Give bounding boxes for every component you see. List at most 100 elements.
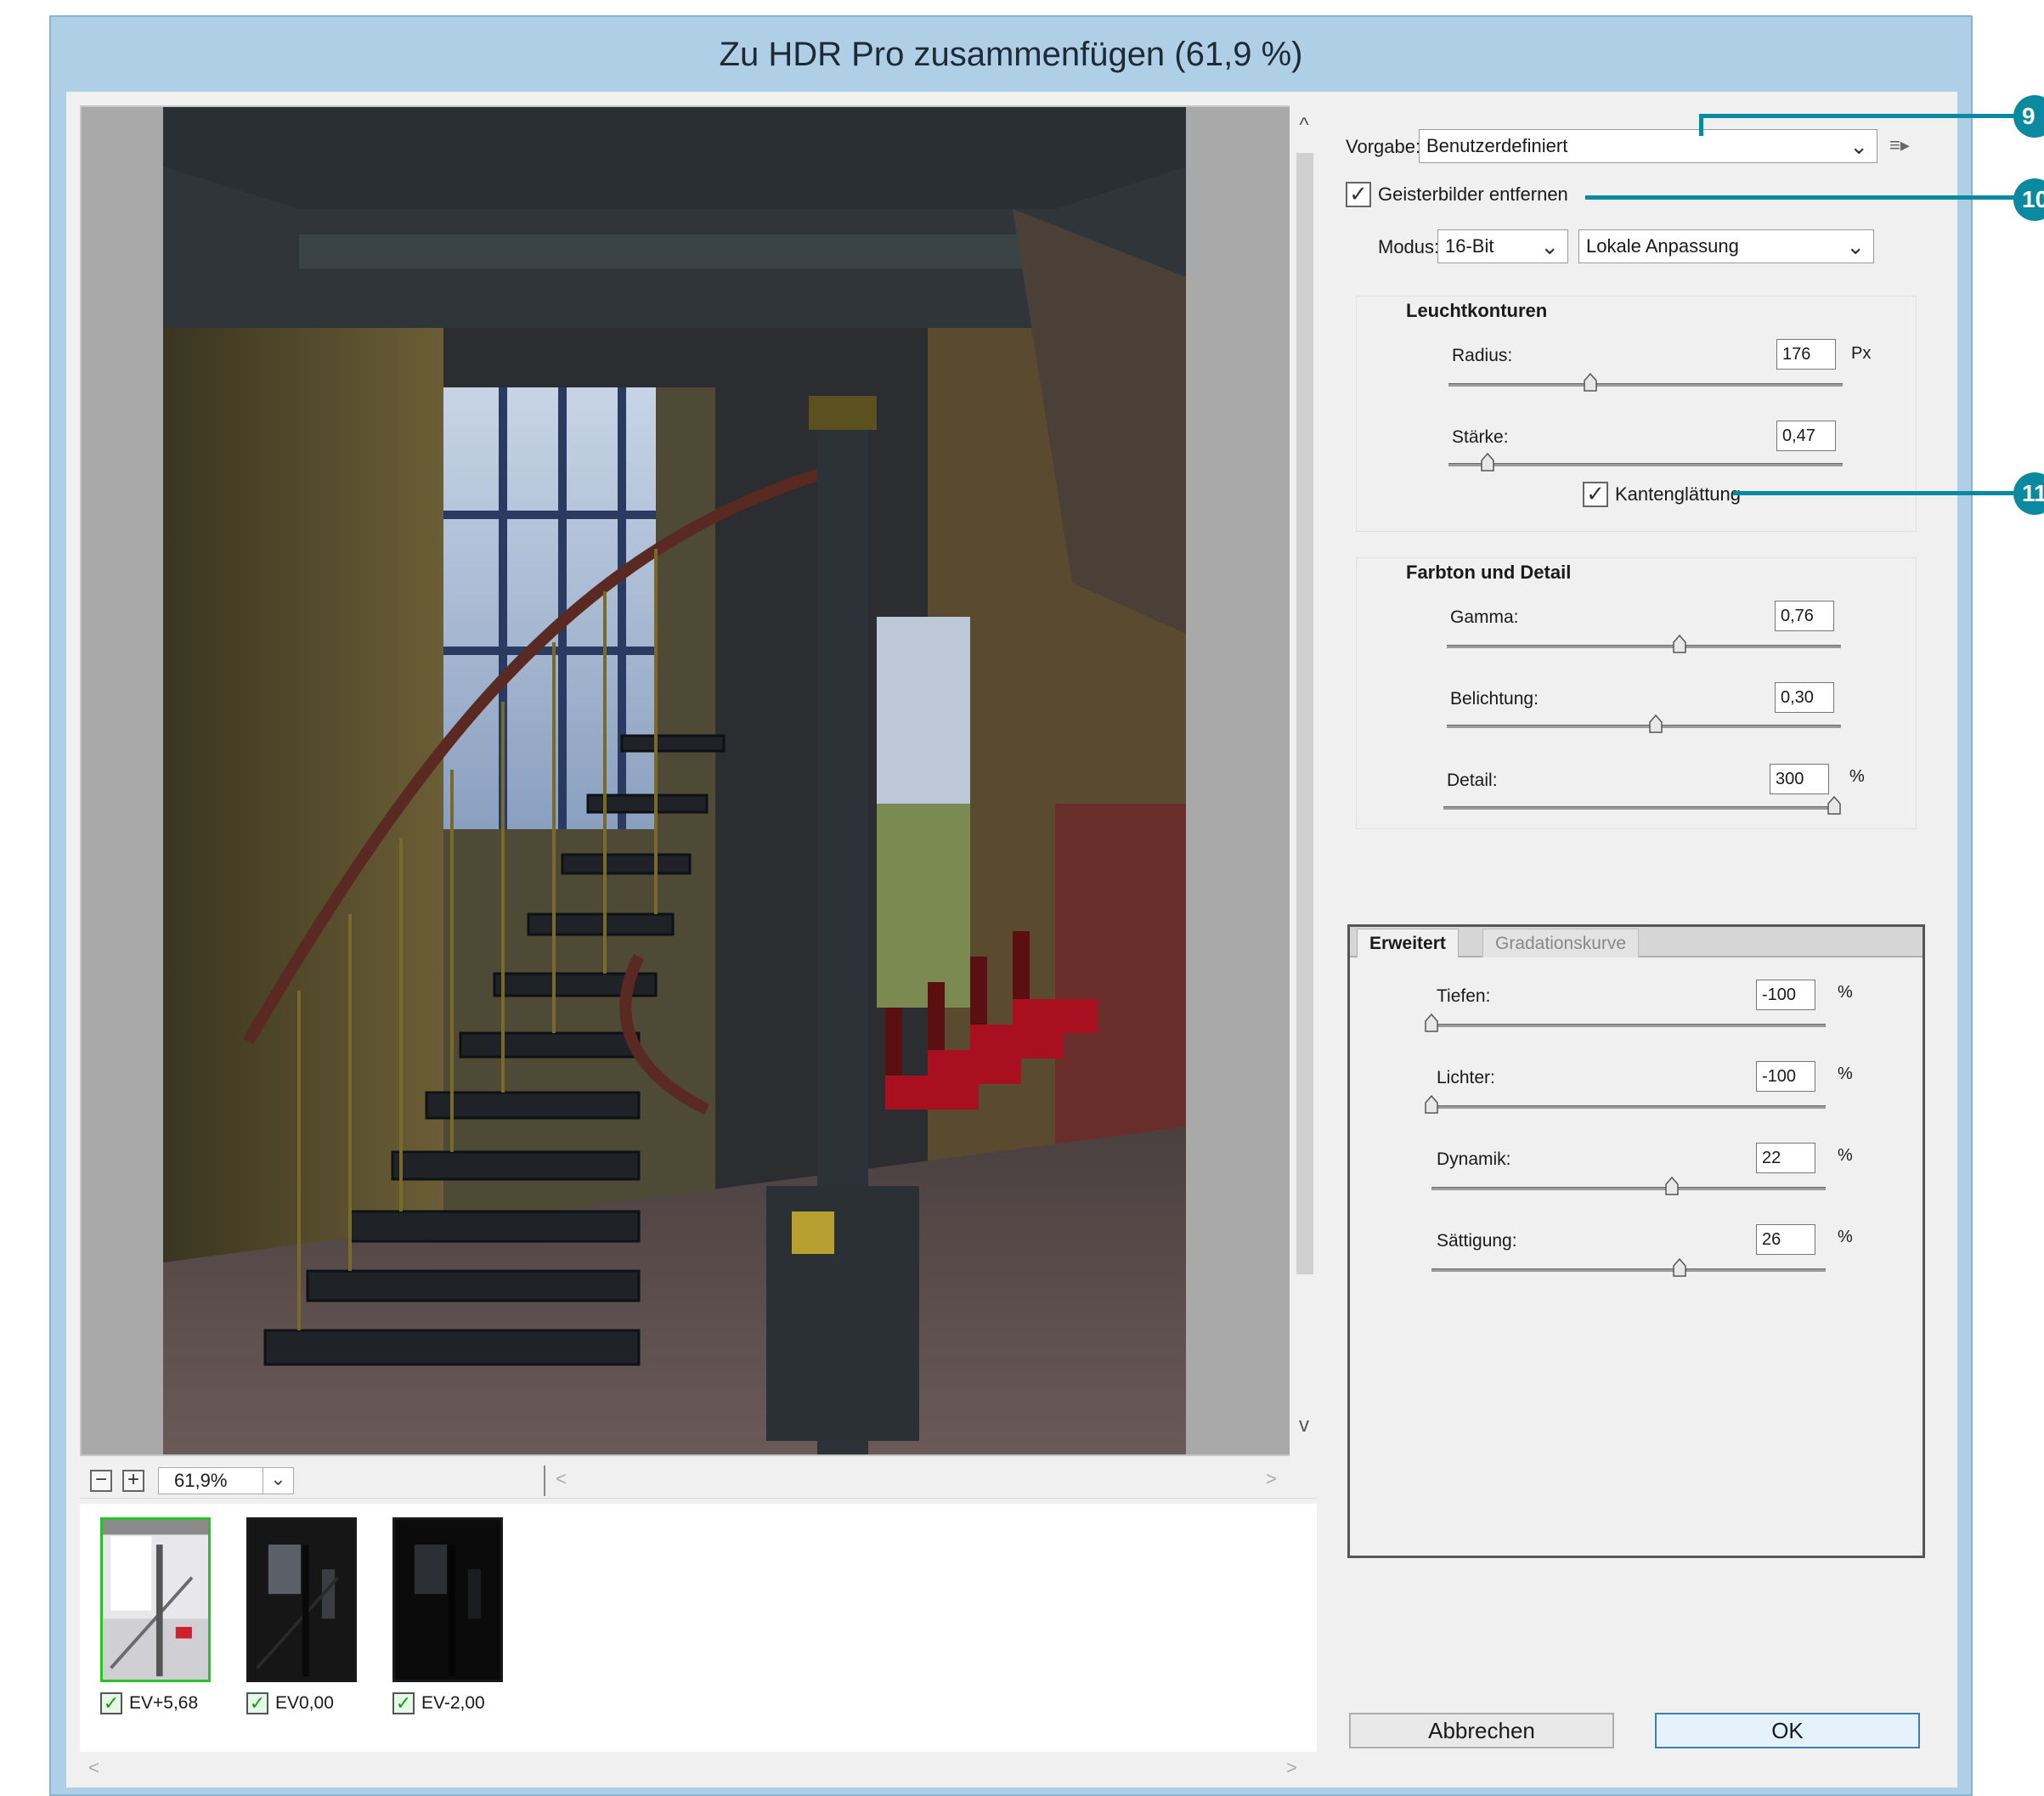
radius-slider-track[interactable] <box>1448 383 1843 387</box>
exposure-slider-track[interactable] <box>1447 725 1841 728</box>
zoom-level-select[interactable]: 61,9% ⌄ <box>158 1466 294 1494</box>
callout-9-line <box>1699 114 2019 118</box>
hdr-preview <box>80 105 1317 1456</box>
saturation-slider-track[interactable] <box>1431 1268 1826 1272</box>
strength-label: Stärke: <box>1452 427 1509 447</box>
highlights-slider-knob[interactable] <box>1425 1095 1438 1114</box>
callout-10-badge: 10 <box>2013 178 2044 221</box>
radius-slider-knob[interactable] <box>1584 373 1597 392</box>
gamma-label: Gamma: <box>1450 607 1519 627</box>
thumb-image-dark[interactable] <box>392 1517 503 1682</box>
scroll-thumb[interactable] <box>1296 153 1313 1274</box>
bit-depth-select[interactable]: 16-Bit ⌄ <box>1437 229 1568 263</box>
zoom-in-button[interactable]: + <box>122 1469 144 1492</box>
gamma-input[interactable]: 0,76 <box>1775 601 1834 631</box>
tab-erweitert[interactable]: Erweitert <box>1357 929 1459 957</box>
checkmark-icon[interactable]: ✓ <box>100 1692 122 1714</box>
thumb-image-mid[interactable] <box>246 1517 357 1682</box>
radius-unit: Px <box>1851 344 1872 363</box>
staircase-photo <box>163 107 1186 1454</box>
scroll-down-arrow-icon[interactable]: v <box>1290 1414 1318 1437</box>
vibrance-slider-track[interactable] <box>1431 1187 1826 1190</box>
checkbox-checked-icon[interactable]: ✓ <box>1583 482 1608 507</box>
shadows-slider-track[interactable] <box>1431 1024 1826 1027</box>
radius-input[interactable]: 176 <box>1776 339 1836 370</box>
dialog-client-area: ^ v − + 61,9% ⌄ < > ✓ EV+5,68 ✓ EV0,00 ✓… <box>66 92 1957 1788</box>
filmstrip-scrollbar[interactable]: < > <box>80 1754 1317 1782</box>
chevron-down-icon: ⌄ <box>1846 234 1865 259</box>
zoom-out-button[interactable]: − <box>90 1469 112 1492</box>
saturation-unit: % <box>1838 1228 1853 1246</box>
saturation-slider-knob[interactable] <box>1673 1258 1687 1277</box>
gamma-slider-track[interactable] <box>1447 645 1841 648</box>
settings-panel: Vorgabe: Benutzerdefiniert ⌄ ≡▸ ✓ Geiste… <box>1339 92 1940 1788</box>
checkmark-icon[interactable]: ✓ <box>246 1692 268 1714</box>
tab-gradationskurve[interactable]: Gradationskurve <box>1482 929 1640 957</box>
strength-slider-knob[interactable] <box>1481 453 1495 472</box>
scroll-left-arrow-icon[interactable]: < <box>556 1468 567 1490</box>
callout-9-badge: 9 <box>2013 95 2044 138</box>
chevron-down-icon: ⌄ <box>1540 234 1559 259</box>
strength-input[interactable]: 0,47 <box>1776 421 1836 451</box>
shadows-input[interactable]: -100 <box>1756 980 1815 1010</box>
vibrance-input[interactable]: 22 <box>1756 1143 1815 1173</box>
checkmark-icon[interactable]: ✓ <box>392 1692 415 1714</box>
scroll-right-arrow-icon[interactable]: > <box>1286 1757 1297 1779</box>
preset-value: Benutzerdefiniert <box>1426 135 1568 156</box>
source-image-filmstrip: ✓ EV+5,68 ✓ EV0,00 ✓ EV-2,00 <box>80 1504 1317 1752</box>
preview-vertical-scrollbar[interactable]: ^ v <box>1290 105 1318 1456</box>
source-thumb-2[interactable]: ✓ EV0,00 <box>246 1517 357 1714</box>
thumb-label-row: ✓ EV0,00 <box>246 1692 334 1714</box>
exposure-input[interactable]: 0,30 <box>1775 682 1834 713</box>
callout-10-line <box>1585 195 2019 200</box>
detail-input[interactable]: 300 <box>1770 764 1829 794</box>
source-thumb-3[interactable]: ✓ EV-2,00 <box>392 1517 503 1714</box>
exposure-slider-knob[interactable] <box>1649 714 1663 733</box>
bit-depth-value: 16-Bit <box>1445 235 1494 257</box>
gamma-slider-knob[interactable] <box>1673 635 1686 653</box>
scroll-right-arrow-icon[interactable]: > <box>1266 1468 1277 1490</box>
detail-unit: % <box>1849 767 1865 786</box>
preset-select[interactable]: Benutzerdefiniert ⌄ <box>1419 129 1877 163</box>
preview-image <box>163 107 1186 1454</box>
thumb-ev-label: EV0,00 <box>275 1693 334 1713</box>
vibrance-slider-knob[interactable] <box>1665 1177 1679 1195</box>
source-thumb-1[interactable]: ✓ EV+5,68 <box>100 1517 211 1714</box>
exposure-label: Belichtung: <box>1450 689 1539 709</box>
detail-slider-track[interactable] <box>1443 806 1834 810</box>
menu-lines-icon[interactable]: ≡▸ <box>1889 134 1910 156</box>
detail-slider-knob[interactable] <box>1827 796 1841 815</box>
cancel-button[interactable]: Abbrechen <box>1349 1713 1614 1748</box>
checkbox-checked-icon[interactable]: ✓ <box>1346 182 1371 207</box>
mode-label: Modus: <box>1378 236 1440 257</box>
strength-slider-track[interactable] <box>1448 463 1843 466</box>
edge-glow-title: Leuchtkonturen <box>1406 300 1548 321</box>
shadows-label: Tiefen: <box>1437 986 1491 1006</box>
smooth-edges-label: Kantenglättung <box>1615 483 1742 505</box>
ok-button[interactable]: OK <box>1655 1713 1920 1748</box>
remove-ghosts-label: Geisterbilder entfernen <box>1378 184 1568 205</box>
shadows-slider-knob[interactable] <box>1425 1014 1438 1032</box>
detail-label: Detail: <box>1447 771 1498 790</box>
vibrance-unit: % <box>1838 1146 1853 1165</box>
hdr-pro-dialog: Zu HDR Pro zusammenfügen (61,9 %) ^ v − … <box>49 15 1973 1796</box>
preset-label: Vorgabe: <box>1346 136 1421 157</box>
remove-ghosts-row[interactable]: ✓ Geisterbilder entfernen <box>1346 182 1568 207</box>
method-value: Lokale Anpassung <box>1586 235 1739 257</box>
tab-strip: Erweitert Gradationskurve <box>1350 927 1923 957</box>
thumb-image-bright[interactable] <box>100 1517 211 1682</box>
chevron-down-icon: ⌄ <box>1849 133 1868 159</box>
smooth-edges-row[interactable]: ✓ Kantenglättung <box>1583 482 1741 507</box>
thumb-label-row: ✓ EV+5,68 <box>100 1692 198 1714</box>
scroll-left-arrow-icon[interactable]: < <box>88 1757 99 1779</box>
highlights-input[interactable]: -100 <box>1756 1061 1815 1092</box>
window-title: Zu HDR Pro zusammenfügen (61,9 %) <box>719 35 1303 73</box>
highlights-unit: % <box>1838 1065 1853 1083</box>
saturation-input[interactable]: 26 <box>1756 1224 1815 1255</box>
method-select[interactable]: Lokale Anpassung ⌄ <box>1578 229 1874 263</box>
scroll-up-arrow-icon[interactable]: ^ <box>1290 114 1318 138</box>
highlights-slider-track[interactable] <box>1431 1105 1826 1109</box>
tone-detail-title: Farbton und Detail <box>1406 562 1572 583</box>
highlights-label: Lichter: <box>1437 1068 1495 1087</box>
thumb-label-row: ✓ EV-2,00 <box>392 1692 485 1714</box>
